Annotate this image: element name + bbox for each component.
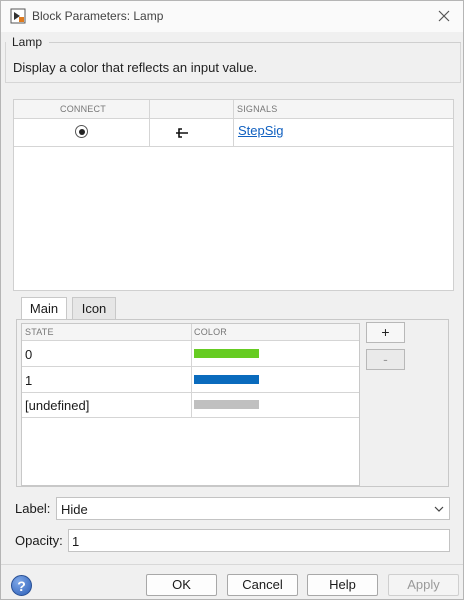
window-title: Block Parameters: Lamp — [32, 9, 164, 23]
connect-radio[interactable] — [75, 125, 88, 138]
help-button[interactable]: Help — [307, 574, 378, 596]
help-icon[interactable]: ? — [11, 575, 32, 596]
remove-state-button[interactable]: - — [366, 349, 405, 370]
group-title: Lamp — [12, 35, 43, 49]
add-state-button[interactable]: + — [366, 322, 405, 343]
ok-button[interactable]: OK — [146, 574, 217, 596]
signal-link[interactable]: StepSig — [238, 123, 284, 138]
opacity-input[interactable]: 1 — [68, 529, 450, 552]
signals-table: CONNECT SIGNALS StepSig — [13, 99, 454, 291]
simulink-block-icon — [10, 8, 26, 24]
title-bar: Block Parameters: Lamp — [1, 1, 463, 32]
tab-icon[interactable]: Icon — [72, 297, 116, 320]
label-select[interactable]: Hide — [56, 497, 450, 520]
color-swatch[interactable] — [194, 349, 259, 358]
table-row[interactable]: [undefined] — [22, 393, 359, 418]
color-swatch[interactable] — [194, 375, 259, 384]
column-header-state: STATE — [25, 327, 54, 337]
signal-row[interactable]: StepSig — [14, 119, 453, 147]
chevron-down-icon — [434, 506, 444, 512]
column-header-signals: SIGNALS — [237, 104, 278, 114]
state-value[interactable]: 0 — [25, 347, 32, 362]
table-row[interactable]: 1 — [22, 368, 359, 393]
close-icon[interactable] — [435, 7, 453, 25]
cancel-button[interactable]: Cancel — [227, 574, 298, 596]
column-header-connect: CONNECT — [60, 104, 106, 114]
column-header-color: COLOR — [194, 327, 228, 337]
block-parameters-dialog: Block Parameters: Lamp Lamp Display a co… — [0, 0, 464, 600]
state-value[interactable]: [undefined] — [25, 398, 89, 413]
table-row[interactable]: 0 — [22, 342, 359, 367]
tab-main-panel: STATE COLOR 0 1 [undefined] + - — [16, 319, 449, 487]
state-color-table: STATE COLOR 0 1 [undefined] — [21, 323, 360, 486]
label-field-label: Label: — [15, 501, 51, 516]
label-select-value: Hide — [61, 502, 88, 517]
color-swatch[interactable] — [194, 400, 259, 409]
apply-button[interactable]: Apply — [388, 574, 459, 596]
state-value[interactable]: 1 — [25, 373, 32, 388]
tab-main[interactable]: Main — [21, 297, 67, 321]
opacity-field-label: Opacity: — [15, 533, 63, 548]
signal-port-icon — [176, 128, 188, 138]
block-description: Display a color that reflects an input v… — [13, 60, 258, 75]
